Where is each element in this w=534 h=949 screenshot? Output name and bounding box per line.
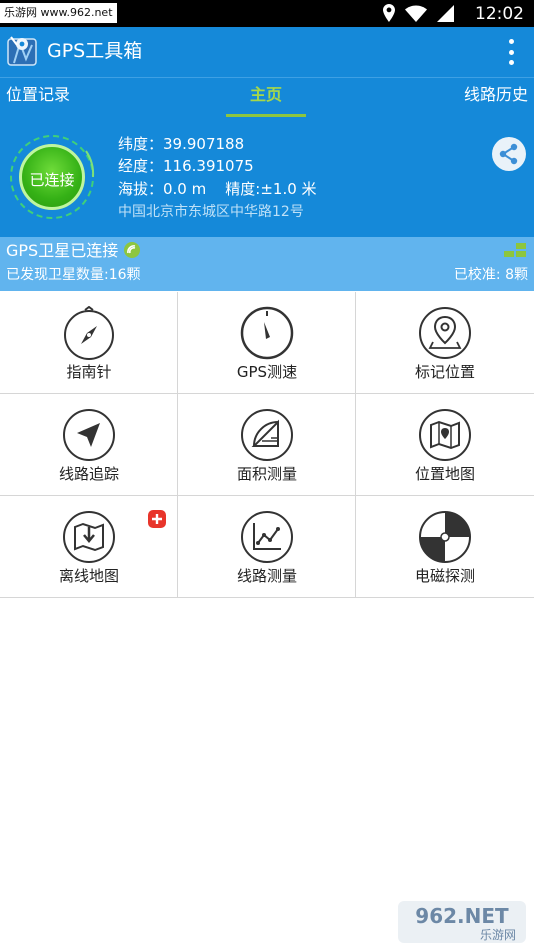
tool-gps-speed[interactable]: GPS测速 <box>178 292 356 394</box>
wifi-icon <box>405 5 427 22</box>
tool-area-measure[interactable]: 面积测量 <box>178 394 356 496</box>
tab-bar: 位置记录 主页 线路历史 <box>0 77 534 117</box>
menu-dot-icon <box>508 49 514 55</box>
menu-dot-icon <box>508 60 514 65</box>
tool-route-tracking[interactable]: 线路追踪 <box>0 394 178 496</box>
satellites-found-text: 已发现卫星数量:16颗 <box>6 267 141 283</box>
tab-home[interactable]: 主页 <box>250 78 282 118</box>
map-icon <box>419 409 471 461</box>
watermark-brand: 962.NET <box>415 904 509 928</box>
tool-label: 标记位置 <box>414 363 475 381</box>
status-icons <box>383 4 454 22</box>
magnetic-disc-icon <box>419 511 471 563</box>
altitude-accuracy-text: 海拔：0.0 m 精度:±1.0 米 <box>118 180 317 198</box>
tool-grid: 指南针 GPS测速 标记位置 线路追踪 面积测量 位置地图 离线地图 线路测量 … <box>0 292 534 598</box>
menu-dot-icon <box>508 39 514 44</box>
share-button[interactable] <box>492 137 526 171</box>
address-text: 中国北京市东城区中华路12号 <box>118 204 304 220</box>
compass-icon <box>64 306 114 360</box>
watermark-logo: 962.NET 乐游网 <box>398 901 526 943</box>
protractor-icon <box>241 409 293 461</box>
satellite-status-bar: GPS卫星已连接 已发现卫星数量:16颗 已校准: 8颗 <box>0 237 534 291</box>
watermark-sub: 乐游网 <box>480 928 516 942</box>
signal-icon <box>437 4 454 22</box>
clock: 12:02 <box>475 4 524 24</box>
tool-label: 位置地图 <box>414 465 475 483</box>
location-icon <box>383 4 395 22</box>
tool-label: 线路测量 <box>236 567 297 585</box>
speedometer-icon <box>240 306 294 360</box>
overflow-menu-button[interactable] <box>506 39 516 65</box>
satellite-signal-icon <box>124 242 141 258</box>
tool-route-measure[interactable]: 线路测量 <box>178 496 356 598</box>
app-bar: GPS工具箱 <box>0 27 534 77</box>
new-badge <box>148 510 166 528</box>
tool-label: GPS测速 <box>236 363 298 381</box>
tool-magnetic-detect[interactable]: 电磁探测 <box>356 496 534 598</box>
connection-status-button[interactable]: 已连接 <box>19 144 85 210</box>
tool-label: 指南针 <box>66 363 112 381</box>
navigation-arrow-icon <box>63 409 115 461</box>
tool-label: 电磁探测 <box>414 567 475 585</box>
status-bar: 乐游网 www.962.net 12:02 <box>0 0 534 27</box>
plus-icon <box>152 514 162 524</box>
watermark-text: 乐游网 www.962.net <box>0 3 117 23</box>
app-logo-icon <box>7 36 37 66</box>
map-pin-icon <box>419 307 471 359</box>
satellite-status-title: GPS卫星已连接 <box>6 240 141 262</box>
tab-location-records[interactable]: 位置记录 <box>6 78 70 118</box>
tab-route-history[interactable]: 线路历史 <box>464 78 528 118</box>
share-icon <box>499 143 518 165</box>
satellites-calibrated-text: 已校准: 8颗 <box>453 267 528 283</box>
line-chart-icon <box>241 511 293 563</box>
download-map-icon <box>63 511 115 563</box>
position-panel: 已连接 纬度：39.907188 经度：116.391075 海拔：0.0 m … <box>0 117 534 237</box>
signal-bars-icon <box>504 243 526 257</box>
tool-location-map[interactable]: 位置地图 <box>356 394 534 496</box>
tool-label: 离线地图 <box>58 567 119 585</box>
latitude-text: 纬度：39.907188 <box>118 135 245 153</box>
longitude-text: 经度：116.391075 <box>118 157 254 175</box>
app-title: GPS工具箱 <box>47 40 143 62</box>
tool-label: 线路追踪 <box>58 465 119 483</box>
tool-offline-map[interactable]: 离线地图 <box>0 496 178 598</box>
satellite-status-text: GPS卫星已连接 <box>6 241 119 260</box>
tool-compass[interactable]: 指南针 <box>0 292 178 394</box>
tool-mark-location[interactable]: 标记位置 <box>356 292 534 394</box>
tool-label: 面积测量 <box>236 465 297 483</box>
